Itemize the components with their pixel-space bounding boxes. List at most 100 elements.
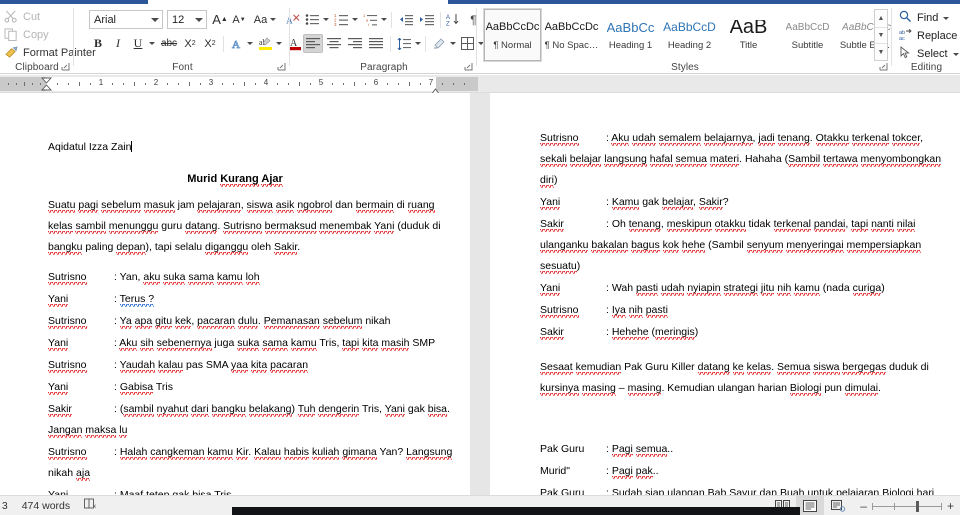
shading-button[interactable] [429,34,449,53]
grow-font-button[interactable]: A ▲ [211,10,229,29]
speaker-name: Pak Guru [540,487,585,495]
group-separator [289,8,290,66]
document-page-left[interactable]: Aqidatul Izza Zain Murid Kurang Ajar Sua… [0,93,470,495]
borders-button[interactable] [457,34,477,53]
style-title[interactable]: AaB Title [720,9,777,61]
bullets-button[interactable] [303,10,322,29]
underline-dropdown[interactable] [147,34,156,53]
line-spacing-dropdown[interactable] [413,34,422,53]
numbering-button[interactable]: 123 [332,10,351,29]
find-button[interactable]: Find [899,10,950,26]
replace-label: Replace [917,30,958,42]
justify-button[interactable] [366,34,386,53]
speaker-name: Yani [48,293,69,307]
speaker-name: Yani [540,282,561,296]
zoom-in-button[interactable]: + [947,499,954,513]
cut-button[interactable]: Cut [4,10,40,23]
multilevel-list-button[interactable]: 1 a i [361,10,380,29]
svg-text:Z: Z [446,22,450,27]
select-label: Select [917,48,948,60]
numbering-dropdown[interactable] [350,10,359,29]
style-preview: AaBbCcDc [485,20,540,33]
author-line: Aqidatul Izza Zain [48,141,133,153]
chevron-down-icon [151,17,159,22]
scroll-down-icon[interactable]: ▼ [875,27,887,44]
copy-button[interactable]: Copy [4,28,49,41]
styles-gallery-scrollbar[interactable]: ▲ ▼ ▼ [874,9,888,61]
styles-dialog-launcher[interactable] [879,62,889,72]
narration-line: Sesaat kemudian Pak Guru Killer datang k… [540,361,929,375]
ribbon: Cut Copy Format Painter Clipboard Arial … [0,4,960,74]
align-center-button[interactable] [324,34,344,53]
svg-text:x: x [93,504,96,510]
zoom-track[interactable] [871,500,942,512]
underline-button[interactable]: U [129,34,147,53]
proofing-errors-icon[interactable]: x [84,498,97,513]
style-name: Subtitle [791,39,824,51]
change-case-button[interactable]: Aa [251,10,279,29]
font-dialog-launcher[interactable] [277,62,287,72]
replace-icon: ab ac [899,28,912,44]
document-page-right[interactable]: Sutrisno : Aku udah semalem belajarnya, … [490,93,960,495]
group-separator [891,8,892,66]
speaker-name: Murid" [540,465,570,477]
line-spacing-button[interactable] [394,34,414,53]
clipboard-dialog-launcher[interactable] [61,62,71,72]
ruler-number: 6 [373,78,379,87]
italic-button[interactable]: I [109,34,127,53]
sort-button[interactable]: AZ [443,10,463,29]
zoom-slider[interactable]: – + [860,499,954,513]
style-preview: AaBbCcD [785,21,830,33]
word-count[interactable]: 474 words [22,500,70,512]
speaker-name: Pak Guru [540,443,585,455]
replace-button[interactable]: ab ac Replace [899,28,957,44]
intro-paragraph: Suatu pagi sebelum masuk jam pelajaran, … [48,199,441,255]
paintbrush-icon [4,46,19,59]
zoom-out-button[interactable]: – [860,499,867,513]
multilevel-list-dropdown[interactable] [379,10,388,29]
strikethrough-button[interactable]: abc [158,34,180,53]
shading-dropdown[interactable] [448,34,457,53]
text-effects-dropdown[interactable] [245,34,254,53]
speaker-name: Sutrisno [48,315,87,329]
speaker-name: Sutrisno [48,359,87,373]
style-normal[interactable]: AaBbCcDc ¶ Normal [483,8,542,62]
style-preview: AaBbCcDc [544,20,599,33]
style-name: Heading 2 [667,39,712,51]
more-styles-icon[interactable]: ▼ [875,44,887,61]
paragraph-group-label: Paragraph [360,62,408,73]
text-highlight-dropdown[interactable] [274,34,283,53]
print-layout-button[interactable] [796,496,825,515]
style-heading-1[interactable]: AaBbCc Heading 1 [602,9,659,61]
superscript-button[interactable]: X2 [201,34,219,53]
zoom-thumb[interactable] [915,500,919,512]
paragraph-dialog-launcher[interactable] [464,62,474,72]
page-indicator[interactable]: f 3 [0,500,8,512]
document-canvas[interactable]: Aqidatul Izza Zain Murid Kurang Ajar Sua… [0,93,960,495]
decrease-indent-button[interactable] [396,10,416,29]
style-subtitle[interactable]: AaBbCcD Subtitle [779,9,836,61]
speaker-name: Sutrisno [540,304,579,318]
bullets-dropdown[interactable] [321,10,330,29]
scroll-up-icon[interactable]: ▲ [875,10,887,27]
font-name-combo[interactable]: Arial [89,10,163,29]
shrink-font-button[interactable]: A ▼ [230,10,248,29]
select-button[interactable]: Select [899,46,959,62]
web-layout-button[interactable] [824,496,852,515]
subscript-button[interactable]: X2 [181,34,199,53]
style-no-spacing[interactable]: AaBbCcDc ¶ No Spac… [543,9,600,61]
font-size-value: 12 [172,13,185,26]
font-size-combo[interactable]: 12 [167,10,207,29]
chevron-down-icon [952,52,959,56]
align-right-button[interactable] [345,34,365,53]
scissors-icon [4,10,19,23]
horizontal-ruler[interactable]: 1 2 3 4 5 6 7 [0,77,478,103]
align-left-button[interactable] [303,34,323,53]
copy-icon [4,28,19,41]
style-name: Title [739,39,758,51]
text-highlight-button[interactable]: ab [256,34,275,53]
style-heading-2[interactable]: AaBbCcD Heading 2 [661,9,718,61]
increase-indent-button[interactable] [417,10,437,29]
speaker-name: Sutrisno [48,446,87,460]
bold-button[interactable]: B [89,34,107,53]
